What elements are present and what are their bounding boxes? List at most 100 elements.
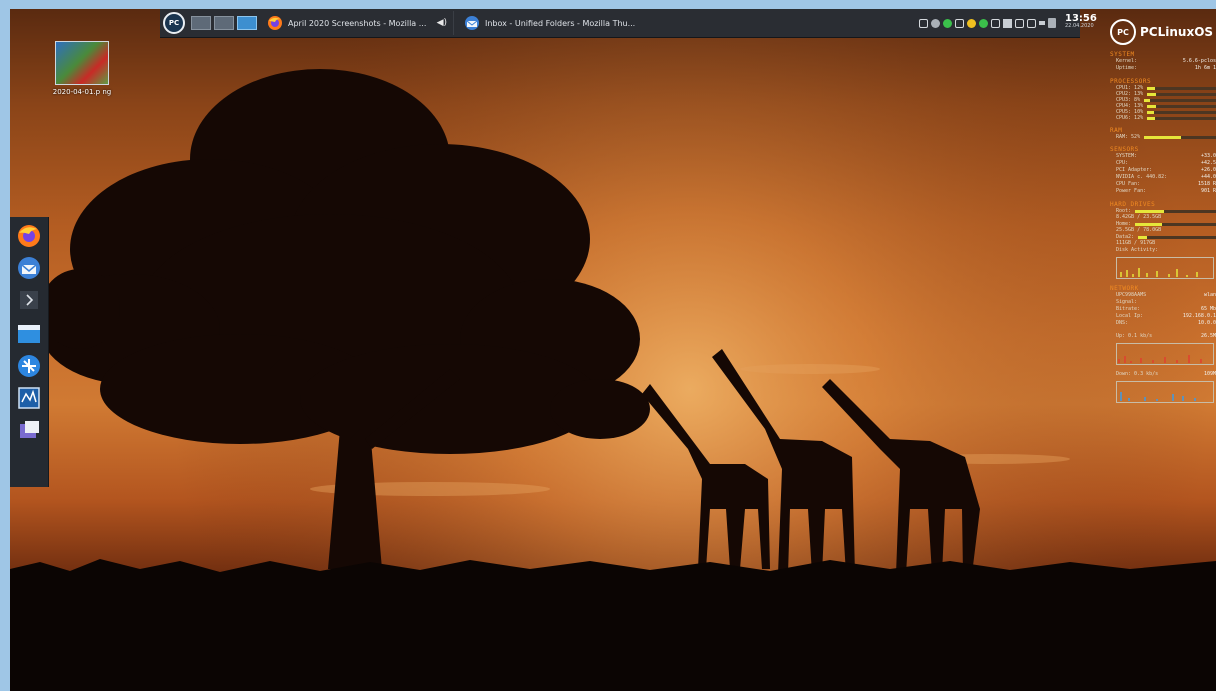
clock-date: 22.04.2020 (1065, 22, 1094, 29)
disk-usage: 8.42GB / 23.5GB (1116, 214, 1162, 220)
ram-row: RAM: 52% (1110, 134, 1216, 140)
clock[interactable]: 13:56 22.04.2020 (1065, 13, 1097, 33)
sensor-label: NVIDIA c. 440.82: (1116, 174, 1168, 180)
cpu-bar-fill (1147, 116, 1156, 120)
dock-files[interactable] (16, 321, 42, 347)
conky-system-monitor: PC PCLinuxOS SYSTEM Kernel: 5.6.6-pclos U… (1110, 19, 1216, 539)
cpu-bar (1147, 104, 1216, 108)
dock-messenger[interactable] (16, 417, 42, 443)
cpu-bar-fill (1147, 104, 1157, 108)
messenger-icon (20, 421, 39, 438)
taskbar-item-title: Inbox - Unified Folders - Mozilla Thu... (485, 18, 636, 28)
audio-playing-icon[interactable]: ◀) (437, 18, 447, 28)
upload-graph (1116, 343, 1214, 365)
check-tray-icon[interactable] (943, 18, 952, 28)
dock-firefox[interactable] (16, 223, 42, 249)
cpu-bar-fill (1144, 98, 1150, 102)
sensor-value: +26.0 (1200, 167, 1216, 173)
section-header-system: SYSTEM (1110, 51, 1135, 58)
brand-name: PCLinuxOS (1140, 25, 1214, 39)
network-label: Signal: (1116, 299, 1138, 305)
sensor-label: SYSTEM: (1116, 153, 1138, 159)
sensor-row: NVIDIA c. 440.82: +44.0 (1110, 174, 1216, 181)
dock-expand-button[interactable] (16, 287, 42, 313)
left-dock (10, 217, 49, 487)
desktop[interactable]: PC April 2020 Screenshots - Mozilla ... … (10, 9, 1216, 691)
sensor-label: CPU: (1116, 160, 1129, 166)
cpu-label: CPU6: 12% (1116, 115, 1144, 121)
application-menu-button[interactable]: PC (160, 9, 188, 37)
network-row: Bitrate: 65 Mb (1110, 306, 1216, 313)
alert-tray-icon[interactable] (967, 18, 976, 28)
dock-network[interactable] (16, 353, 42, 379)
cpu-bar (1147, 110, 1216, 114)
system-monitor-icon (18, 387, 40, 409)
virtual-desktop-2[interactable] (214, 16, 234, 30)
cloud-tray-icon[interactable] (955, 18, 964, 28)
wallpaper-image (10, 9, 1216, 691)
tray-expand-icon[interactable] (1039, 21, 1045, 25)
top-panel: PC April 2020 Screenshots - Mozilla ... … (160, 9, 1097, 38)
section-header-processors: PROCESSORS (1110, 78, 1152, 85)
kernel-label: Kernel: (1116, 58, 1138, 64)
virtual-desktop-3[interactable] (237, 16, 257, 30)
thunderbird-icon (18, 257, 40, 279)
status-tray-icon[interactable] (979, 18, 988, 28)
trash-tray-icon[interactable] (1048, 18, 1056, 28)
section-header-network: NETWORK (1110, 285, 1139, 292)
disk-bar (1135, 209, 1216, 213)
uptime-row: Uptime: 1h 6m 1 (1110, 65, 1216, 72)
desktop-file-icon[interactable]: 2020-04-01.p ng (50, 41, 114, 96)
volume-tray-icon[interactable] (1003, 18, 1012, 28)
sensor-value: +42.5 (1200, 160, 1216, 166)
network-icon (18, 355, 40, 377)
disk-activity-label: Disk Activity: (1110, 247, 1216, 254)
ram-label: RAM: 52% (1116, 134, 1141, 140)
pclinuxos-ring-icon: PC (1110, 19, 1136, 45)
network-row: Local Ip: 192.168.0.1 (1110, 313, 1216, 320)
battery-tray-icon[interactable] (1015, 18, 1024, 28)
disk-usage: 25.5GB / 78.0GB (1116, 227, 1162, 233)
brand-logo: PC PCLinuxOS (1110, 19, 1216, 45)
cpu-bar-fill (1147, 92, 1157, 96)
disk-list: Root: 8.42GB / 23.5GB Home: 25.5GB / 78.0GB… (1110, 208, 1216, 247)
download-row: Down: 0.3 kb/s 109M (1110, 371, 1216, 378)
sensor-list: SYSTEM: +33.0 CPU: +42.5 PCI Adapter: +26.0 NV… (1110, 153, 1216, 195)
disk-usage-row: 8.42GB / 23.5GB (1110, 214, 1216, 221)
disk-activity-graph (1116, 257, 1214, 279)
image-thumbnail (55, 41, 109, 85)
kernel-value: 5.6.6-pclos (1182, 58, 1216, 64)
cpu-list: CPU1: 12% CPU2: 13% CPU3: 8% CPU4: 13% CPU5:… (1110, 85, 1216, 121)
clock-time: 13:56 (1065, 13, 1097, 23)
virtual-desktop-1[interactable] (191, 16, 211, 30)
network-list: UPC998AAMS wlan Signal: Bitrate: 65 Mb Local … (1110, 292, 1216, 327)
sensor-row: CPU: +42.5 (1110, 160, 1216, 167)
sensor-label: Power Fan: (1116, 188, 1147, 194)
sensor-label: PCI Adapter: (1116, 167, 1153, 173)
files-icon (18, 325, 40, 343)
section-header-drives: HARD DRIVES (1110, 201, 1156, 208)
uptime-label: Uptime: (1116, 65, 1138, 71)
download-total: 109M (1203, 371, 1216, 377)
updates-tray-icon[interactable] (931, 18, 940, 28)
network-tray-icon[interactable] (919, 18, 928, 28)
clipboard-tray-icon[interactable] (991, 18, 1000, 28)
taskbar-item-title: April 2020 Screenshots - Mozilla ... (288, 18, 427, 28)
dock-system-monitor[interactable] (16, 385, 42, 411)
section-header-sensors: SENSORS (1110, 146, 1139, 153)
sensor-row: PCI Adapter: +26.0 (1110, 167, 1216, 174)
network-value: wlan (1203, 292, 1216, 298)
disk-bar-fill (1135, 209, 1165, 213)
disk-bar-fill (1138, 235, 1148, 239)
taskbar-item-firefox[interactable]: April 2020 Screenshots - Mozilla ... ◀) (261, 11, 454, 35)
disk-activity-text: Disk Activity: (1116, 247, 1159, 253)
sensor-row: SYSTEM: +33.0 (1110, 153, 1216, 160)
disk-bar (1135, 222, 1216, 226)
download-graph (1116, 381, 1214, 403)
cpu-bar (1147, 86, 1216, 90)
taskbar-item-thunderbird[interactable]: Inbox - Unified Folders - Mozilla Thu... (458, 11, 650, 35)
dock-thunderbird[interactable] (16, 255, 42, 281)
sensor-value: +44.0 (1200, 174, 1216, 180)
display-tray-icon[interactable] (1027, 18, 1036, 28)
cpu-bar (1147, 116, 1216, 120)
